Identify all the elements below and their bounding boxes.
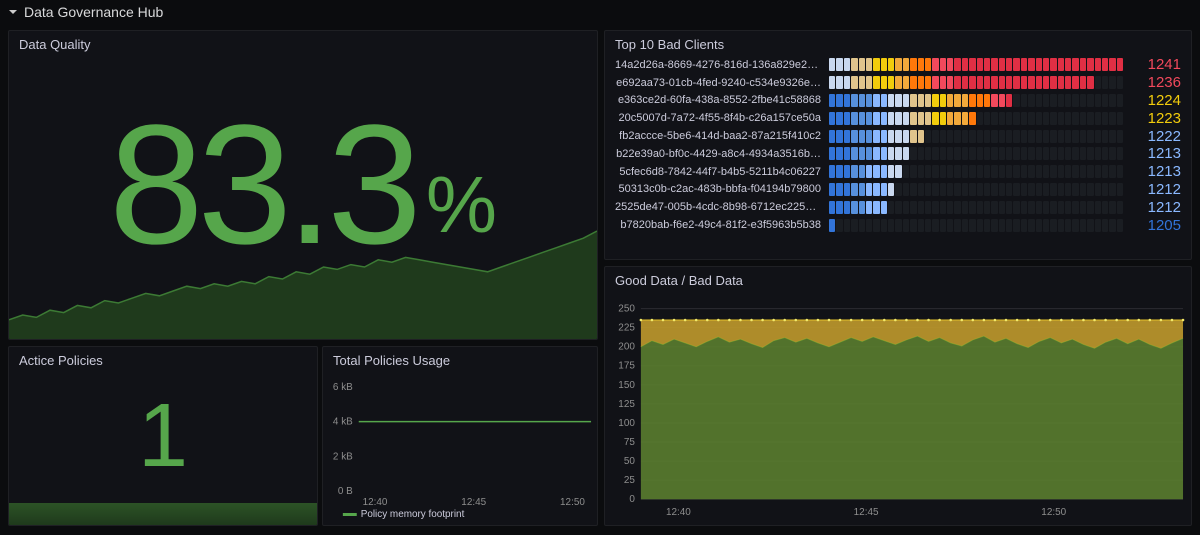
svg-text:175: 175 (618, 361, 635, 372)
chevron-down-icon (8, 4, 24, 20)
client-heat-cells (829, 94, 1123, 107)
row-title: Data Governance Hub (24, 4, 163, 20)
panel-active-policies[interactable]: Actice Policies 1 (8, 346, 318, 526)
svg-text:100: 100 (618, 418, 635, 429)
active-policies-value: 1 (9, 347, 317, 525)
client-id: 5cfec6d8-7842-44f7-b4b5-5211b4c06227 (615, 166, 825, 178)
client-value: 1222 (1127, 128, 1181, 145)
client-value: 1212 (1127, 199, 1181, 216)
client-id: b22e39a0-bf0c-4429-a8c4-4934a3516b… (615, 148, 825, 160)
client-id: 50313c0b-c2ac-483b-bbfa-f04194b79800 (615, 183, 825, 195)
client-row[interactable]: 50313c0b-c2ac-483b-bbfa-f04194b79800 1212 (615, 181, 1181, 199)
row-header[interactable]: Data Governance Hub (0, 0, 1200, 24)
client-value: 1241 (1127, 56, 1181, 73)
svg-text:0: 0 (629, 494, 635, 505)
svg-text:50: 50 (624, 456, 636, 467)
svg-text:12:45: 12:45 (854, 507, 879, 518)
client-heat-cells (829, 147, 1123, 160)
svg-text:200: 200 (618, 342, 635, 353)
dashboard-grid: Data Quality 83.3 % Actice Policies 1 To… (0, 24, 1200, 535)
client-row[interactable]: 2525de47-005b-4cdc-8b98-6712ec225e… 1212 (615, 198, 1181, 216)
top10-rows: 14a2d26a-8669-4276-816d-136a829e2d…1241e… (605, 54, 1191, 238)
client-row[interactable]: 5cfec6d8-7842-44f7-b4b5-5211b4c06227 1213 (615, 163, 1181, 181)
svg-text:25: 25 (624, 475, 636, 486)
active-policies-bar (9, 503, 317, 525)
client-heat-cells (829, 183, 1123, 196)
client-heat-cells (829, 219, 1123, 232)
client-id: 2525de47-005b-4cdc-8b98-6712ec225e… (615, 201, 825, 213)
client-id: fb2accce-5be6-414d-baa2-87a215f410c2 (615, 130, 825, 142)
client-row[interactable]: e363ce2d-60fa-438a-8552-2fbe41c58868 1224 (615, 92, 1181, 110)
client-id: 20c5007d-7a72-4f55-8f4b-c26a157ce50a (615, 112, 825, 124)
panel-data-quality[interactable]: Data Quality 83.3 % (8, 30, 598, 340)
svg-text:250: 250 (618, 304, 635, 315)
panel-title: Total Policies Usage (323, 347, 597, 370)
client-id: e692aa73-01cb-4fed-9240-c534e9326e… (615, 77, 825, 89)
client-id: e363ce2d-60fa-438a-8552-2fbe41c58868 (615, 94, 825, 106)
client-value: 1213 (1127, 145, 1181, 162)
svg-text:12:50: 12:50 (560, 497, 585, 508)
panel-top10-bad-clients[interactable]: Top 10 Bad Clients 14a2d26a-8669-4276-81… (604, 30, 1192, 260)
client-heat-cells (829, 112, 1123, 125)
svg-text:75: 75 (624, 437, 636, 448)
client-heat-cells (829, 165, 1123, 178)
svg-text:Policy memory footprint: Policy memory footprint (361, 509, 465, 520)
client-id: b7820bab-f6e2-49c4-81f2-e3f5963b5b38 (615, 219, 825, 231)
client-row[interactable]: 20c5007d-7a72-4f55-8f4b-c26a157ce50a 1223 (615, 109, 1181, 127)
client-value: 1223 (1127, 110, 1181, 127)
panel-good-bad-data[interactable]: Good Data / Bad Data 0 25 50 75 100 125 150 175… (604, 266, 1192, 526)
panel-title: Good Data / Bad Data (605, 267, 1191, 290)
client-heat-cells (829, 201, 1123, 214)
client-heat-cells (829, 130, 1123, 143)
gdbd-chart: 0 25 50 75 100 125 150 175 200 225 250 12:40 12:45 12… (605, 295, 1191, 521)
client-row[interactable]: b7820bab-f6e2-49c4-81f2-e3f5963b5b38 1205 (615, 216, 1181, 234)
client-row[interactable]: e692aa73-01cb-4fed-9240-c534e9326e… 1236 (615, 74, 1181, 92)
svg-text:12:45: 12:45 (461, 497, 486, 508)
svg-text:12:40: 12:40 (666, 507, 691, 518)
panel-title: Top 10 Bad Clients (605, 31, 1191, 54)
panel-total-policies-usage[interactable]: Total Policies Usage 0 B 2 kB 4 kB 6 kB 12:4… (322, 346, 598, 526)
tpu-chart: 0 B 2 kB 4 kB 6 kB 12:40 12:45 12:50 Policy mem… (323, 375, 597, 525)
client-value: 1205 (1127, 217, 1181, 234)
client-value: 1236 (1127, 74, 1181, 91)
svg-text:2 kB: 2 kB (333, 451, 353, 462)
data-quality-sparkline (9, 219, 597, 339)
client-heat-cells (829, 76, 1123, 89)
client-id: 14a2d26a-8669-4276-816d-136a829e2d… (615, 59, 825, 71)
svg-text:6 kB: 6 kB (333, 382, 353, 393)
client-row[interactable]: b22e39a0-bf0c-4429-a8c4-4934a3516b… 1213 (615, 145, 1181, 163)
client-value: 1212 (1127, 181, 1181, 198)
client-row[interactable]: fb2accce-5be6-414d-baa2-87a215f410c2 1222 (615, 127, 1181, 145)
svg-text:150: 150 (618, 380, 635, 391)
client-value: 1213 (1127, 163, 1181, 180)
client-value: 1224 (1127, 92, 1181, 109)
client-heat-cells (829, 58, 1123, 71)
client-row[interactable]: 14a2d26a-8669-4276-816d-136a829e2d… 1241 (615, 56, 1181, 74)
svg-text:0 B: 0 B (338, 486, 353, 497)
panel-title: Data Quality (9, 31, 597, 54)
svg-text:225: 225 (618, 323, 635, 334)
svg-text:12:50: 12:50 (1041, 507, 1066, 518)
svg-text:12:40: 12:40 (363, 497, 388, 508)
svg-text:125: 125 (618, 399, 635, 410)
svg-text:4 kB: 4 kB (333, 417, 353, 428)
